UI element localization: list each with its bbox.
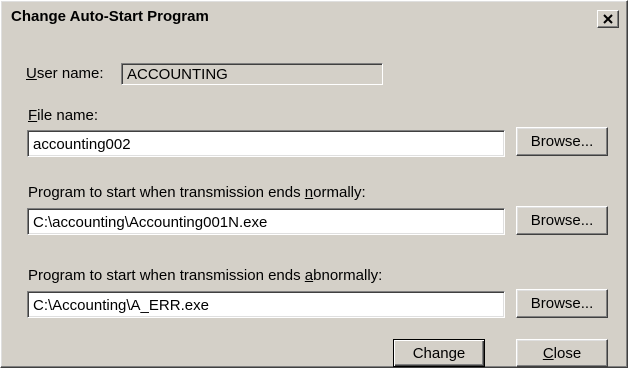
abnormal-program-label-mnemonic: a bbox=[304, 267, 314, 284]
close-icon bbox=[603, 14, 613, 24]
user-name-value: ACCOUNTING bbox=[121, 63, 383, 85]
file-name-label: File name: bbox=[28, 107, 98, 124]
file-name-label-mnemonic: F bbox=[28, 107, 38, 124]
window-title: Change Auto-Start Program bbox=[11, 8, 209, 25]
normal-program-browse-button[interactable]: Browse... bbox=[516, 206, 608, 235]
normal-program-label-pre: Program to start when transmission ends bbox=[28, 184, 305, 201]
file-name-label-text: ile name: bbox=[37, 107, 99, 124]
close-button[interactable]: Close bbox=[516, 339, 608, 367]
normal-program-label-rest: ormally: bbox=[313, 184, 366, 201]
close-button-mnemonic: C bbox=[542, 344, 554, 362]
abnormal-program-label: Program to start when transmission ends … bbox=[28, 267, 382, 284]
abnormal-program-input[interactable]: C:\Accounting\A_ERR.exe bbox=[27, 291, 505, 318]
file-name-input[interactable]: accounting002 bbox=[27, 130, 505, 157]
normal-program-input[interactable]: C:\accounting\Accounting001N.exe bbox=[27, 208, 505, 235]
abnormal-program-label-pre: Program to start when transmission ends bbox=[28, 267, 305, 284]
change-auto-start-dialog: Change Auto-Start Program User name: ACC… bbox=[0, 0, 628, 368]
close-window-button[interactable] bbox=[597, 10, 619, 28]
change-button[interactable]: Change bbox=[393, 339, 485, 367]
normal-program-label: Program to start when transmission ends … bbox=[28, 184, 366, 201]
user-name-label-mnemonic: U bbox=[26, 65, 37, 82]
file-name-browse-button[interactable]: Browse... bbox=[516, 127, 608, 156]
normal-program-label-mnemonic: n bbox=[304, 184, 314, 201]
abnormal-program-browse-button[interactable]: Browse... bbox=[516, 289, 608, 318]
user-name-label: User name: bbox=[26, 65, 104, 82]
user-name-label-text: ser name: bbox=[36, 65, 104, 82]
title-bar[interactable]: Change Auto-Start Program bbox=[3, 3, 624, 31]
abnormal-program-label-rest: bnormally: bbox=[313, 267, 383, 284]
close-button-label: lose bbox=[553, 344, 582, 362]
